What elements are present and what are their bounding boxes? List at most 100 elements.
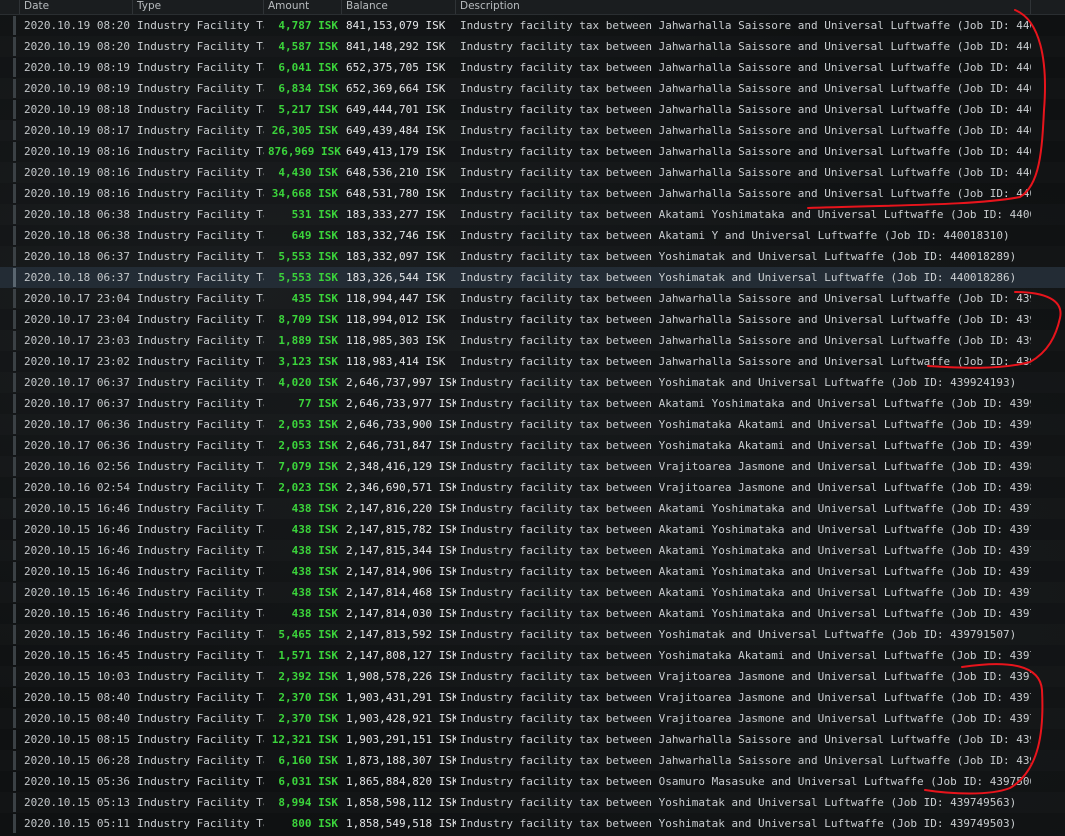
column-header-description[interactable]: Description — [456, 0, 1031, 14]
cell-description: Industry facility tax between Yoshimatak… — [460, 796, 1017, 809]
column-header-amount[interactable]: Amount — [264, 0, 342, 14]
table-row[interactable]: 2020.10.17 06:36 Industry Facility Tax 2,0… — [0, 414, 1065, 435]
cell-balance: 2,147,814,468 ISK — [346, 586, 456, 599]
cell-balance: 841,148,292 ISK — [346, 40, 446, 53]
cell-amount: 3,123 ISK — [278, 355, 338, 368]
row-indicator — [13, 457, 16, 476]
row-indicator — [13, 79, 16, 98]
cell-date: 2020.10.19 08:16 — [24, 187, 130, 200]
table-row[interactable]: 2020.10.19 08:16 Industry Facility Tax 4,4… — [0, 162, 1065, 183]
table-row[interactable]: 2020.10.19 08:19 Industry Facility Tax 6,0… — [0, 57, 1065, 78]
table-row[interactable]: 2020.10.15 06:28 Industry Facility Tax 6,1… — [0, 750, 1065, 771]
cell-type: Industry Facility Tax — [137, 712, 264, 725]
cell-type: Industry Facility Tax — [137, 313, 264, 326]
cell-balance: 648,531,780 ISK — [346, 187, 446, 200]
cell-type: Industry Facility Tax — [137, 775, 264, 788]
table-row[interactable]: 2020.10.19 08:16 Industry Facility Tax 876… — [0, 141, 1065, 162]
table-row[interactable]: 2020.10.15 16:46 Industry Facility Tax 5,4… — [0, 624, 1065, 645]
cell-amount: 4,020 ISK — [278, 376, 338, 389]
row-indicator — [13, 142, 16, 161]
cell-date: 2020.10.18 06:38 — [24, 208, 130, 221]
table-row[interactable]: 2020.10.17 06:36 Industry Facility Tax 2,0… — [0, 435, 1065, 456]
row-gutter — [0, 750, 20, 771]
cell-balance: 118,994,447 ISK — [346, 292, 446, 305]
cell-description: Industry facility tax between Vrajitoare… — [460, 670, 1031, 683]
row-indicator — [13, 58, 16, 77]
table-row[interactable]: 2020.10.18 06:38 Industry Facility Tax 649… — [0, 225, 1065, 246]
table-row[interactable]: 2020.10.15 08:15 Industry Facility Tax 12,… — [0, 729, 1065, 750]
table-row[interactable]: 2020.10.18 06:37 Industry Facility Tax 5,5… — [0, 246, 1065, 267]
table-row[interactable]: 2020.10.19 08:20 Industry Facility Tax 4,5… — [0, 36, 1065, 57]
column-header-balance[interactable]: Balance — [342, 0, 456, 14]
cell-amount: 34,668 ISK — [271, 187, 338, 200]
table-row[interactable]: 2020.10.19 08:17 Industry Facility Tax 26,… — [0, 120, 1065, 141]
table-row[interactable]: 2020.10.16 02:54 Industry Facility Tax 2,0… — [0, 477, 1065, 498]
cell-balance: 652,375,705 ISK — [346, 61, 446, 74]
table-row[interactable]: 2020.10.15 16:45 Industry Facility Tax 1,5… — [0, 645, 1065, 666]
table-row[interactable]: 2020.10.15 16:46 Industry Facility Tax 438… — [0, 603, 1065, 624]
table-row[interactable]: 2020.10.15 16:46 Industry Facility Tax 438… — [0, 561, 1065, 582]
table-row[interactable]: 2020.10.17 06:37 Industry Facility Tax 4,0… — [0, 372, 1065, 393]
table-row[interactable]: 2020.10.15 16:46 Industry Facility Tax 438… — [0, 582, 1065, 603]
table-row[interactable]: 2020.10.19 08:19 Industry Facility Tax 6,8… — [0, 78, 1065, 99]
table-row[interactable]: 2020.10.16 02:56 Industry Facility Tax 7,0… — [0, 456, 1065, 477]
table-row[interactable]: 2020.10.17 23:03 Industry Facility Tax 1,8… — [0, 330, 1065, 351]
row-indicator — [13, 562, 16, 581]
table-row[interactable]: 2020.10.19 08:18 Industry Facility Tax 5,2… — [0, 99, 1065, 120]
cell-date: 2020.10.15 16:45 — [24, 649, 130, 662]
cell-date: 2020.10.19 08:18 — [24, 103, 130, 116]
cell-balance: 1,903,291,151 ISK — [346, 733, 456, 746]
table-row[interactable]: 2020.10.15 08:40 Industry Facility Tax 2,3… — [0, 687, 1065, 708]
cell-type: Industry Facility Tax — [137, 628, 264, 641]
cell-description: Industry facility tax between Yoshimatak… — [460, 250, 1017, 263]
row-gutter — [0, 225, 20, 246]
cell-amount: 5,217 ISK — [278, 103, 338, 116]
cell-amount: 4,787 ISK — [278, 19, 338, 32]
row-gutter — [0, 792, 20, 813]
cell-balance: 649,444,701 ISK — [346, 103, 446, 116]
cell-balance: 2,147,814,030 ISK — [346, 607, 456, 620]
table-row[interactable]: 2020.10.17 23:02 Industry Facility Tax 3,1… — [0, 351, 1065, 372]
table-row[interactable]: 2020.10.19 08:16 Industry Facility Tax 34,… — [0, 183, 1065, 204]
table-row[interactable]: 2020.10.15 08:40 Industry Facility Tax 2,3… — [0, 708, 1065, 729]
cell-description: Industry facility tax between Vrajitoare… — [460, 460, 1031, 473]
table-row[interactable]: 2020.10.15 16:46 Industry Facility Tax 438… — [0, 519, 1065, 540]
cell-amount: 8,994 ISK — [278, 796, 338, 809]
table-row[interactable]: 2020.10.15 16:46 Industry Facility Tax 438… — [0, 540, 1065, 561]
column-header-date[interactable]: Date — [20, 0, 133, 14]
row-gutter — [0, 687, 20, 708]
table-row[interactable]: 2020.10.15 16:46 Industry Facility Tax 438… — [0, 498, 1065, 519]
cell-balance: 2,646,731,847 ISK — [346, 439, 456, 452]
cell-date: 2020.10.15 16:46 — [24, 502, 130, 515]
cell-date: 2020.10.15 16:46 — [24, 607, 130, 620]
wallet-journal-window: Date Type Amount Balance Description 202… — [0, 0, 1065, 836]
row-indicator — [13, 394, 16, 413]
cell-balance: 649,439,484 ISK — [346, 124, 446, 137]
cell-balance: 648,536,210 ISK — [346, 166, 446, 179]
row-indicator — [13, 289, 16, 308]
cell-type: Industry Facility Tax — [137, 103, 264, 116]
table-row[interactable]: 2020.10.18 06:37 Industry Facility Tax 5,5… — [0, 267, 1065, 288]
table-row[interactable]: 2020.10.17 23:04 Industry Facility Tax 435… — [0, 288, 1065, 309]
row-gutter — [0, 183, 20, 204]
cell-type: Industry Facility Tax — [137, 649, 264, 662]
column-header-type[interactable]: Type — [133, 0, 264, 14]
table-row[interactable]: 2020.10.15 05:13 Industry Facility Tax 8,9… — [0, 792, 1065, 813]
cell-type: Industry Facility Tax — [137, 670, 264, 683]
cell-amount: 6,160 ISK — [278, 754, 338, 767]
table-row[interactable]: 2020.10.19 08:20 Industry Facility Tax 4,7… — [0, 15, 1065, 36]
table-row[interactable]: 2020.10.15 05:11 Industry Facility Tax 800… — [0, 813, 1065, 834]
cell-amount: 4,587 ISK — [278, 40, 338, 53]
cell-date: 2020.10.15 16:46 — [24, 544, 130, 557]
table-row[interactable]: 2020.10.18 06:38 Industry Facility Tax 531… — [0, 204, 1065, 225]
row-indicator — [13, 814, 16, 833]
table-row[interactable]: 2020.10.17 06:37 Industry Facility Tax 77 … — [0, 393, 1065, 414]
cell-date: 2020.10.19 08:19 — [24, 82, 130, 95]
row-gutter — [0, 141, 20, 162]
row-indicator — [13, 100, 16, 119]
table-row[interactable]: 2020.10.15 10:03 Industry Facility Tax 2,3… — [0, 666, 1065, 687]
cell-amount: 1,571 ISK — [278, 649, 338, 662]
row-gutter — [0, 582, 20, 603]
table-row[interactable]: 2020.10.17 23:04 Industry Facility Tax 8,7… — [0, 309, 1065, 330]
table-row[interactable]: 2020.10.15 05:36 Industry Facility Tax 6,0… — [0, 771, 1065, 792]
